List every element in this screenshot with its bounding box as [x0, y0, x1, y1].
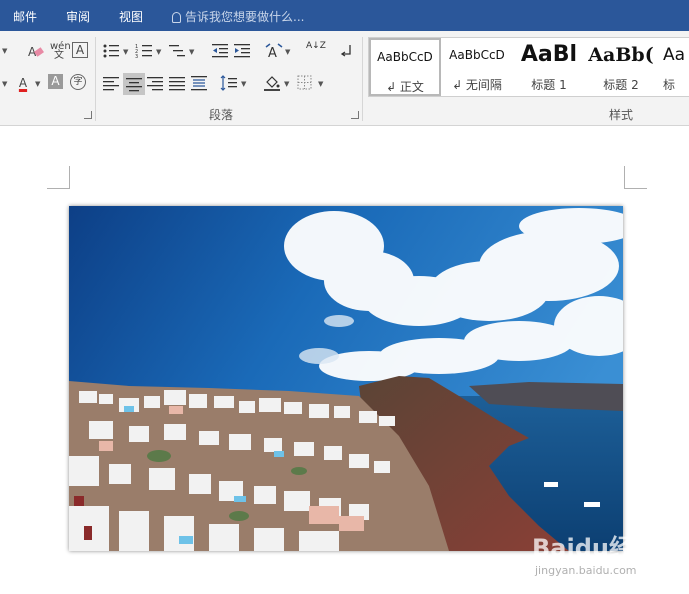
svg-text:3: 3	[135, 54, 138, 60]
style-name: ↲ 无间隔	[452, 78, 502, 92]
style-preview: AaBbCcD	[377, 50, 433, 64]
lightbulb-icon	[172, 12, 181, 23]
chevron-down-icon[interactable]: ▼	[318, 80, 323, 88]
style-heading-1[interactable]: AaBl 标题 1	[513, 38, 585, 96]
show-hide-marks-button[interactable]	[338, 42, 356, 60]
tell-me-box[interactable]: 告诉我您想要做什么...	[172, 8, 304, 25]
group-separator	[362, 37, 363, 121]
character-border-button[interactable]: A	[72, 42, 88, 58]
style-name: 标	[663, 78, 676, 92]
phonetic-guide-button[interactable]: wén文	[50, 42, 71, 61]
chevron-down-icon[interactable]: ▼	[284, 80, 289, 88]
shading-button[interactable]	[263, 74, 281, 92]
paragraph-group-label: 段落	[209, 108, 234, 122]
chevron-down-icon[interactable]: ▼	[123, 48, 128, 56]
line-spacing-icon	[220, 75, 237, 91]
style-no-spacing[interactable]: AaBbCcD ↲ 无间隔	[441, 38, 513, 96]
numbered-list-icon: 123	[135, 44, 152, 60]
chinese-layout-button[interactable]: A	[265, 42, 283, 61]
decrease-indent-button[interactable]	[211, 42, 229, 60]
baidu-watermark: Baidu经验	[532, 534, 657, 562]
paint-bucket-icon	[264, 76, 280, 91]
tab-review[interactable]: 审阅	[66, 8, 90, 25]
distributed-button[interactable]	[190, 74, 208, 92]
style-name: 标题 1	[531, 78, 567, 92]
enclose-characters-button[interactable]: 字	[70, 74, 86, 90]
style-heading-2[interactable]: AaBb( 标题 2	[585, 38, 657, 96]
pilcrow-icon	[340, 45, 351, 57]
tell-me-text: 告诉我您想要做什么...	[185, 10, 305, 24]
chevron-down-icon[interactable]: ▼	[189, 48, 194, 56]
style-normal[interactable]: AaBbCcD ↲ 正文	[369, 38, 441, 96]
justify-icon	[169, 77, 185, 91]
style-name: ↲ 正文	[386, 80, 424, 94]
line-spacing-button[interactable]	[220, 74, 238, 92]
margin-corner-mark	[624, 166, 647, 189]
margin-corner-mark	[47, 166, 70, 189]
tab-mailings[interactable]: 邮件	[13, 8, 37, 25]
ribbon-tab-bar: 邮件 审阅 视图 告诉我您想要做什么...	[0, 0, 689, 31]
paragraph-dialog-launcher[interactable]	[351, 111, 359, 119]
inserted-picture[interactable]	[69, 206, 623, 551]
style-name: 标题 2	[603, 78, 639, 92]
styles-group-label: 样式	[609, 108, 634, 122]
borders-icon	[297, 75, 312, 90]
style-title[interactable]: Aa 标	[657, 38, 689, 96]
font-color-button[interactable]: A	[14, 74, 32, 92]
style-preview: AaBl	[520, 42, 578, 67]
font-dialog-launcher[interactable]	[84, 111, 92, 119]
watermark-url: jingyan.baidu.com	[535, 564, 637, 577]
indent-icon	[234, 44, 250, 58]
styles-gallery: AaBbCcD ↲ 正文 AaBbCcD ↲ 无间隔 AaBl 标题 1 AaB…	[368, 37, 689, 97]
numbering-button[interactable]: 123	[135, 42, 153, 60]
bullets-button[interactable]	[102, 42, 120, 60]
tab-view[interactable]: 视图	[119, 8, 143, 25]
chevron-down-icon[interactable]: ▼	[285, 48, 290, 56]
style-preview: AaBb(	[588, 44, 654, 66]
multilevel-list-button[interactable]	[168, 42, 186, 60]
align-center-icon	[126, 78, 142, 92]
increase-indent-button[interactable]	[233, 42, 251, 60]
align-center-button[interactable]	[123, 73, 145, 95]
santorini-photo	[69, 206, 623, 551]
chinese-layout-icon: A	[265, 43, 283, 61]
borders-button[interactable]	[296, 74, 314, 92]
distributed-icon	[191, 76, 207, 91]
chevron-down-icon[interactable]: ▼	[156, 48, 161, 56]
multilevel-list-icon	[169, 45, 185, 57]
align-left-icon	[103, 77, 119, 91]
align-right-button[interactable]	[146, 74, 164, 92]
sort-button[interactable]: A↓Z	[306, 42, 326, 60]
justify-button[interactable]	[168, 74, 186, 92]
align-left-button[interactable]	[102, 74, 120, 92]
character-shading-button[interactable]: A	[48, 74, 63, 89]
bullet-list-icon	[103, 44, 119, 58]
outdent-icon	[212, 44, 228, 58]
svg-text:A: A	[268, 46, 277, 60]
chevron-down-icon[interactable]: ▼	[35, 80, 40, 88]
chevron-down-icon[interactable]: ▼	[241, 80, 246, 88]
chevron-down-icon[interactable]: ▼	[2, 47, 7, 55]
align-right-icon	[147, 77, 163, 91]
style-preview: Aa	[663, 45, 686, 65]
chevron-down-icon[interactable]: ▼	[2, 80, 7, 88]
ribbon: ▼ A wén文 A ▼ A ▼ A 字 ▼ 123 ▼ ▼ A ▼ A↓Z ▼…	[0, 31, 689, 126]
eraser-icon: A	[28, 45, 44, 59]
style-preview: AaBbCcD	[449, 48, 505, 62]
clear-formatting-button[interactable]: A	[27, 42, 45, 60]
group-separator	[95, 37, 96, 121]
